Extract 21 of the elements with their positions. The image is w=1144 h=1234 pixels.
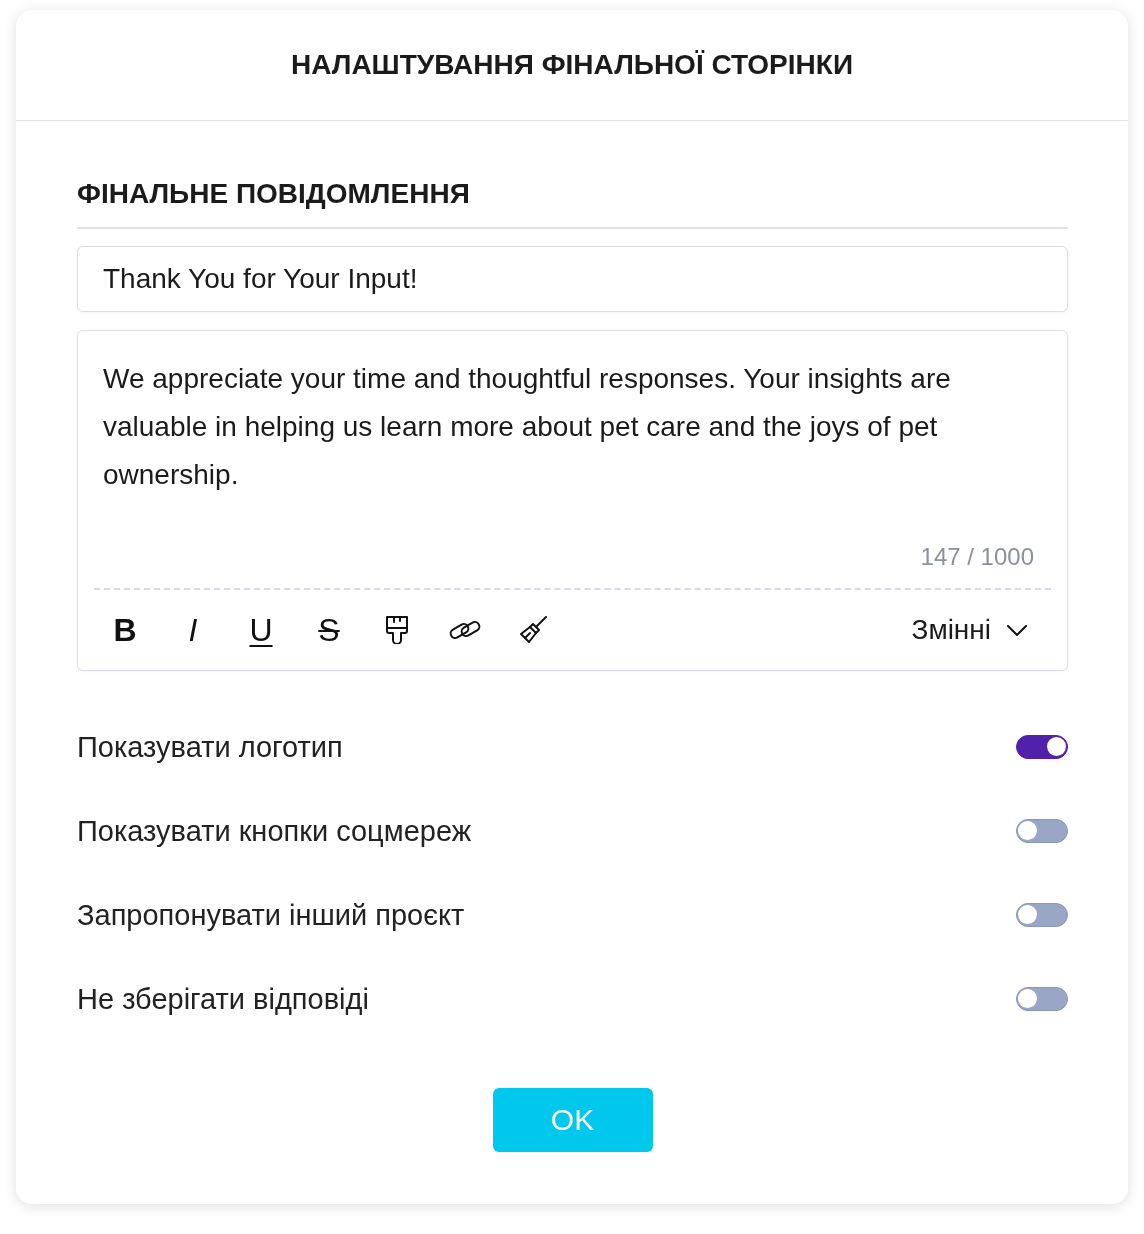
dialog-title: НАЛАШТУВАННЯ ФІНАЛЬНОЇ СТОРІНКИ [290,48,853,82]
option-label: Показувати кнопки соцмереж [77,814,472,848]
toggle-switch[interactable] [1016,987,1068,1011]
toggle-switch[interactable] [1016,819,1068,843]
option-label: Показувати логотип [77,730,343,764]
bold-button[interactable]: B [113,613,137,647]
toggle-switch[interactable] [1016,903,1068,927]
variables-dropdown[interactable]: Змінні [911,613,1027,647]
option-label: Запропонувати інший проєкт [77,898,465,932]
strikethrough-button[interactable]: S [318,613,340,647]
broom-icon[interactable] [519,616,547,644]
character-counter: 147 / 1000 [920,542,1034,572]
toggle-switch[interactable] [1016,735,1068,759]
paintbrush-icon[interactable] [386,616,408,644]
chevron-down-icon [1007,624,1027,636]
title-input[interactable]: Thank You for Your Input! [77,246,1068,312]
underline-button[interactable]: U [249,613,273,647]
italic-button[interactable]: I [188,613,198,647]
section-heading: ФІНАЛЬНЕ ПОВІДОМЛЕННЯ [77,177,1068,229]
message-textarea[interactable]: We appreciate your time and thoughtful responses. Your insights are valuable in helping us learn more about pet care and the joys of pet ownership. [78,331,1067,499]
option-label: Не зберігати відповіді [77,982,369,1016]
